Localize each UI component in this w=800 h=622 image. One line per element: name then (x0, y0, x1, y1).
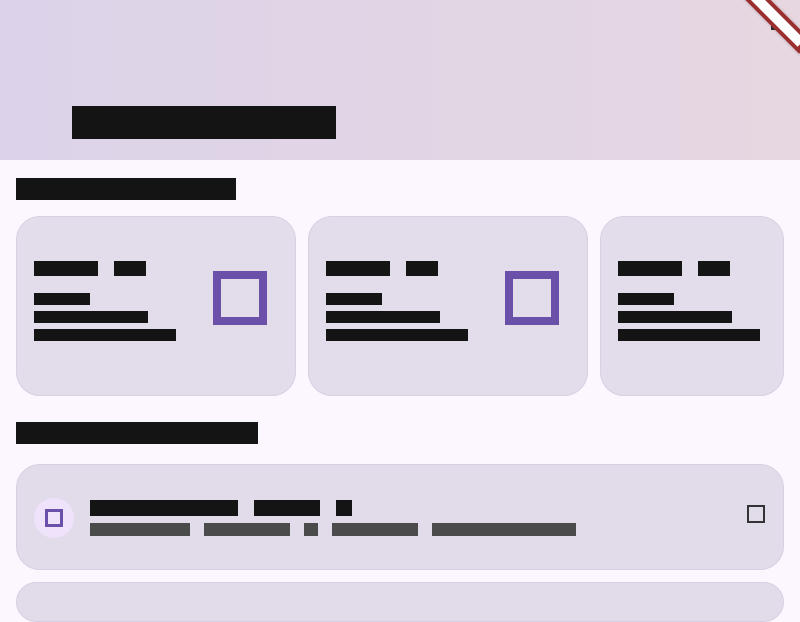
redacted-text (618, 329, 760, 341)
redacted-text (698, 261, 730, 276)
list-item-title-redacted (90, 500, 576, 516)
card-title-redacted (34, 261, 146, 276)
card-body-redacted (34, 293, 176, 341)
redacted-text (336, 500, 352, 516)
card[interactable] (308, 216, 588, 396)
card-title-redacted (326, 261, 438, 276)
square-outline-icon (213, 271, 267, 325)
app-header (0, 0, 800, 160)
redacted-text (90, 523, 190, 536)
card[interactable] (16, 216, 296, 396)
redacted-text (254, 500, 320, 516)
avatar (34, 498, 74, 538)
card-title-redacted (618, 261, 730, 276)
square-outline-icon (505, 271, 559, 325)
list-item[interactable] (16, 464, 784, 570)
redacted-text (304, 523, 318, 536)
redacted-text (90, 500, 238, 516)
redacted-text (114, 261, 146, 276)
redacted-text (326, 261, 390, 276)
redacted-text (618, 261, 682, 276)
section-title-redacted (16, 422, 258, 444)
redacted-text (332, 523, 418, 536)
square-outline-icon (45, 509, 63, 527)
redacted-text (406, 261, 438, 276)
redacted-text (34, 261, 98, 276)
cards-row (16, 216, 784, 396)
debug-ribbon (738, 0, 800, 54)
redacted-text (204, 523, 290, 536)
redacted-text (34, 311, 148, 323)
card-body-redacted (326, 293, 468, 341)
app-title-redacted (72, 106, 336, 139)
square-outline-icon[interactable] (747, 505, 765, 523)
redacted-text (618, 311, 732, 323)
card[interactable] (600, 216, 784, 396)
redacted-text (326, 293, 382, 305)
section-title-redacted (16, 178, 236, 200)
list-item-text-redacted (90, 500, 576, 536)
redacted-text (618, 293, 674, 305)
card-body-redacted (618, 293, 760, 341)
list-item[interactable] (16, 582, 784, 622)
list-item-subtitle-redacted (90, 523, 576, 536)
redacted-text (432, 523, 576, 536)
redacted-text (34, 293, 90, 305)
redacted-text (34, 329, 176, 341)
redacted-text (326, 311, 440, 323)
redacted-text (326, 329, 468, 341)
